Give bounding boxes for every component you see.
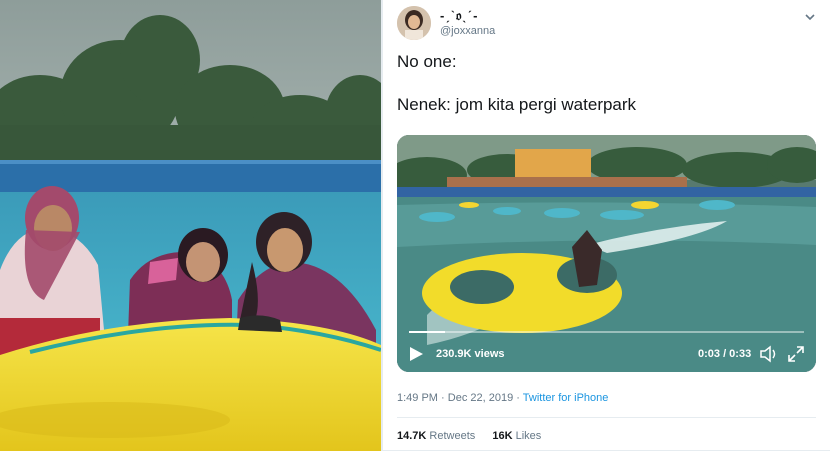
tweet-text-line-2: Nenek: jom kita pergi waterpark (397, 95, 637, 114)
user-handle[interactable]: @joxxanna (440, 25, 495, 37)
stats-divider (397, 417, 816, 418)
tweet-source-link[interactable]: Twitter for iPhone (523, 392, 609, 404)
source-separator: · (516, 392, 520, 404)
likes-stat[interactable]: 16K Likes (492, 430, 541, 442)
retweets-stat[interactable]: 14.7K Retweets (397, 430, 475, 442)
attached-photo[interactable] (0, 0, 381, 451)
video-frame (397, 135, 816, 372)
chevron-down-icon[interactable] (803, 10, 817, 24)
video-progress-bar[interactable] (409, 331, 804, 333)
tweet-text-line-1: No one: (397, 52, 457, 71)
display-name[interactable]: -ˏˋ𝔬ˎˊ- (440, 8, 478, 24)
photo-scene (0, 0, 381, 451)
avatar-image (397, 6, 431, 40)
tweet-time[interactable]: 1:49 PM (397, 392, 438, 404)
tweet-timestamp-row: 1:49 PM · Dec 22, 2019 · Twitter for iPh… (397, 392, 608, 404)
volume-icon[interactable] (759, 344, 779, 364)
avatar[interactable] (397, 6, 431, 40)
video-progress-fill (409, 331, 445, 333)
tweet-card: -ˏˋ𝔬ˎˊ- @joxxanna No one: Nenek: jom kit… (383, 0, 830, 451)
likes-count: 16K (492, 430, 513, 442)
timestamp-separator: · (441, 392, 445, 404)
video-timecode: 0:03 / 0:33 (698, 348, 752, 360)
park-sign (515, 149, 591, 177)
likes-label: Likes (515, 430, 542, 442)
tweet-date[interactable]: Dec 22, 2019 (448, 392, 513, 404)
retweets-label: Retweets (429, 430, 476, 442)
fullscreen-icon[interactable] (787, 345, 805, 363)
tweet-stats: 14.7K Retweets 16K Likes (397, 430, 555, 442)
video-view-count: 230.9K views (436, 348, 505, 360)
retweets-count: 14.7K (397, 430, 427, 442)
play-icon[interactable] (407, 345, 425, 363)
video-player[interactable]: 230.9K views 0:03 / 0:33 (397, 135, 816, 372)
